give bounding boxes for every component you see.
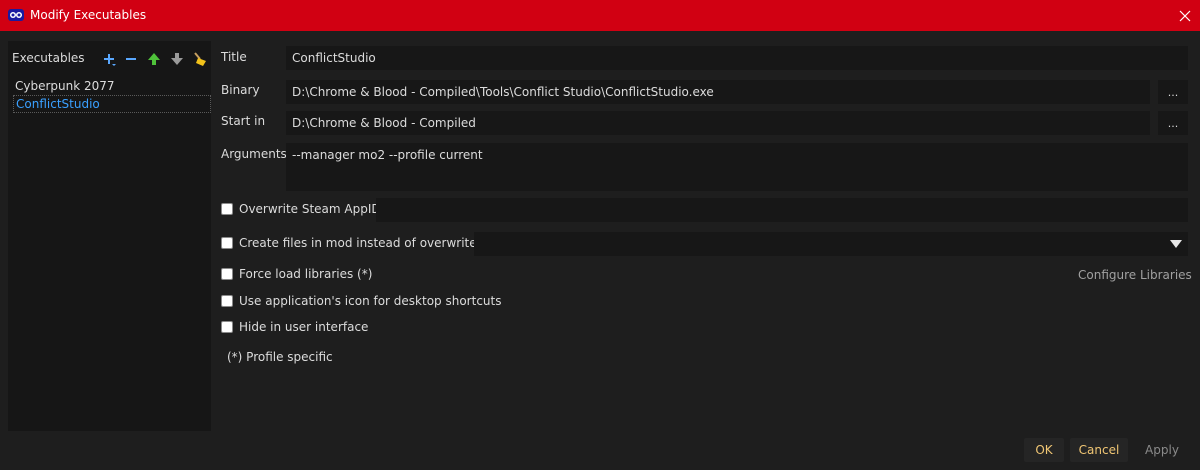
remove-icon[interactable] <box>123 51 139 67</box>
use-app-icon-label: Use application's icon for desktop short… <box>239 294 502 308</box>
title-input[interactable] <box>286 46 1188 70</box>
list-item-executable[interactable]: Cyberpunk 2077 <box>13 78 211 96</box>
apply-button[interactable]: Apply <box>1138 438 1186 462</box>
create-files-in-mod-option: Create files in mod instead of overwrite… <box>221 236 496 250</box>
move-up-icon[interactable] <box>146 51 162 67</box>
use-app-icon-option: Use application's icon for desktop short… <box>221 294 501 308</box>
mo2-app-icon <box>8 9 24 21</box>
overwrite-steam-appid-checkbox[interactable] <box>221 203 233 215</box>
title-bar: Modify Executables <box>0 0 1200 31</box>
add-icon[interactable] <box>101 51 117 67</box>
executables-header: Executables <box>12 51 85 65</box>
profile-specific-note: (*) Profile specific <box>227 350 333 364</box>
clean-icon[interactable] <box>192 51 208 67</box>
close-icon <box>1179 10 1191 21</box>
start-in-label: Start in <box>221 114 266 128</box>
binary-input[interactable] <box>286 80 1150 104</box>
list-item-label: ConflictStudio <box>16 97 100 111</box>
close-button[interactable] <box>1170 0 1200 31</box>
force-load-libraries-checkbox[interactable] <box>221 268 233 280</box>
configure-libraries-button[interactable]: Configure Libraries <box>1078 268 1192 282</box>
window-title: Modify Executables <box>30 8 147 22</box>
ok-button[interactable]: OK <box>1024 438 1064 462</box>
binary-label: Binary <box>221 83 260 97</box>
overwrite-steam-appid-option: Overwrite Steam AppID <box>221 202 381 216</box>
arguments-input[interactable]: --manager mo2 --profile current <box>286 143 1188 191</box>
cancel-button[interactable]: Cancel <box>1070 438 1128 462</box>
start-in-browse-button[interactable]: ... <box>1158 111 1188 135</box>
use-app-icon-checkbox[interactable] <box>221 295 233 307</box>
binary-browse-button[interactable]: ... <box>1158 80 1188 104</box>
title-label: Title <box>221 50 247 64</box>
hide-in-ui-option: Hide in user interface <box>221 320 368 334</box>
create-files-in-mod-label: Create files in mod instead of overwrite… <box>239 236 496 250</box>
chevron-down-icon <box>1170 240 1182 248</box>
hide-in-ui-checkbox[interactable] <box>221 321 233 333</box>
force-load-libraries-label: Force load libraries (*) <box>239 267 373 281</box>
list-item-executable-selected[interactable]: ConflictStudio <box>13 95 211 113</box>
mod-select-dropdown[interactable] <box>474 232 1188 256</box>
arguments-label: Arguments <box>221 147 287 161</box>
force-load-libraries-option: Force load libraries (*) <box>221 267 372 281</box>
move-down-icon[interactable] <box>169 51 185 67</box>
overwrite-steam-appid-label: Overwrite Steam AppID <box>239 202 381 216</box>
list-item-label: Cyberpunk 2077 <box>15 79 115 93</box>
hide-in-ui-label: Hide in user interface <box>239 320 369 334</box>
create-files-in-mod-checkbox[interactable] <box>221 237 233 249</box>
steam-appid-input[interactable] <box>376 198 1188 222</box>
start-in-input[interactable] <box>286 111 1150 135</box>
